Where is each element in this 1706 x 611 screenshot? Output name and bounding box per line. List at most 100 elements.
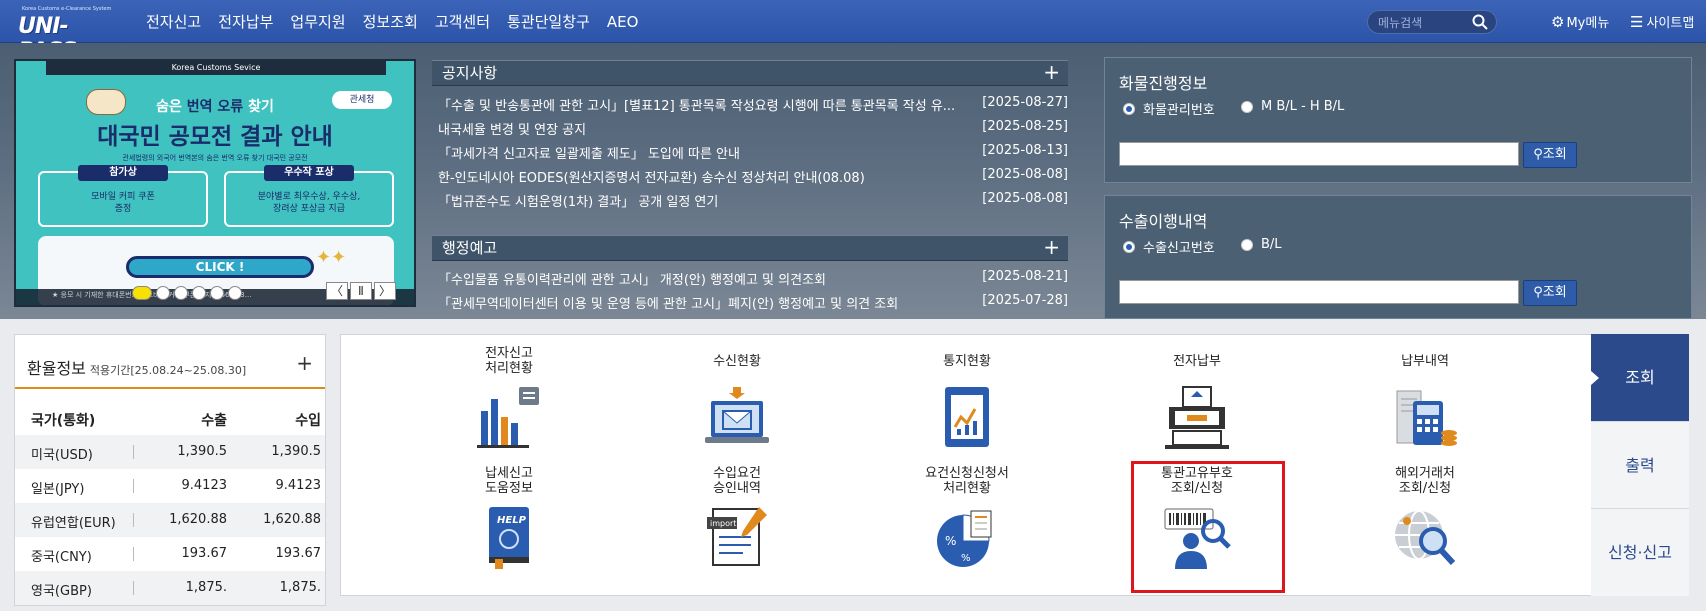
svg-text:%: % <box>945 534 956 548</box>
notice-item[interactable]: 「법규준수도 시험운영(1차) 결과」 공개 일정 연기 [2025-08-08] <box>438 191 1068 214</box>
admin-notices-more-button[interactable]: + <box>1043 235 1060 259</box>
cargo-radio-cargo-no[interactable]: 화물관리번호 <box>1123 99 1215 118</box>
service-e-report-status[interactable]: 전자신고 처리현황 <box>429 345 589 457</box>
table-row: 일본(JPY) 9.4123 9.4123 <box>31 478 321 497</box>
nav-business-support[interactable]: 업무지원 <box>290 11 345 32</box>
tab-application[interactable]: 신청·신고 <box>1591 508 1689 596</box>
slide-dot[interactable] <box>132 286 152 300</box>
service-receive-status[interactable]: 수신현황 <box>657 345 817 457</box>
report-document-icon <box>945 387 989 447</box>
sparkle-icon: ✦✦ <box>316 247 347 268</box>
nav-e-payment[interactable]: 전자납부 <box>218 11 273 32</box>
globe-search-icon <box>1395 510 1456 566</box>
receipt-calculator-icon <box>1396 390 1457 446</box>
export-search-input[interactable] <box>1119 280 1519 304</box>
import-document-icon: import <box>707 507 767 566</box>
promo-banner[interactable]: Korea Customs Sevice 관세청 숨은 번역 오류 찾기 대국민… <box>14 59 416 307</box>
notice-item[interactable]: 「수출 및 반송통관에 관한 고시」[별표12] 통관목록 작성요령 시행에 따… <box>438 95 1068 118</box>
notice-item[interactable]: 내국세율 변경 및 연장 공지 [2025-08-25] <box>438 119 1068 142</box>
table-row: 중국(CNY) 193.67 193.67 <box>31 546 321 565</box>
cargo-search-input[interactable] <box>1119 142 1519 166</box>
sitemap-label: 사이트맵 <box>1646 16 1695 31</box>
export-history-box: 수출이행내역 수출신고번호 B/L ⚲조회 <box>1104 195 1692 319</box>
search-icon[interactable] <box>1472 14 1488 30</box>
main-nav: 전자신고 전자납부 업무지원 정보조회 고객센터 통관단일창구 AEO <box>146 0 655 43</box>
cargo-radio-bl[interactable]: M B/L - H B/L <box>1241 99 1344 114</box>
svg-text:HELP: HELP <box>497 515 527 526</box>
svg-text:%: % <box>961 553 971 564</box>
unipass-logo[interactable]: Korea Customs e-Clearance System UNI-PAS… <box>12 4 122 64</box>
admin-notices-title: 행정예고 <box>442 239 498 257</box>
bar-chart-icon <box>477 387 539 448</box>
notice-item[interactable]: 「과세가격 신고자료 일괄제출 제도」 도입에 따른 안내 [2025-08-13… <box>438 143 1068 166</box>
banner-prize-excellence: 우수작 포상 분야별로 최우수상, 우수상, 장려상 포상금 지급 <box>224 165 394 227</box>
nav-customer-center[interactable]: 고객센터 <box>435 11 490 32</box>
menu-search <box>1367 10 1497 34</box>
rates-title: 환율정보 적용기간[25.08.24~25.08.30] <box>27 359 247 378</box>
service-tax-help[interactable]: 납세신고 도움정보 HELP <box>429 465 589 577</box>
slide-dot[interactable] <box>192 286 206 300</box>
export-radio-bl[interactable]: B/L <box>1241 237 1282 252</box>
table-row: 영국(GBP) 1,875. 1,875. <box>15 571 325 605</box>
export-radio-report-no[interactable]: 수출신고번호 <box>1123 237 1215 256</box>
search-icon: ⚲ <box>1533 147 1543 162</box>
banner-next-button[interactable]: 〉 <box>374 282 396 300</box>
tab-inquiry[interactable]: 조회 <box>1591 334 1689 421</box>
svg-text:import: import <box>710 519 736 528</box>
notice-item[interactable]: 한-인도네시아 EODES(원산지증명서 전자교환) 송수신 정상처리 안내(0… <box>438 167 1068 190</box>
slide-dot[interactable] <box>174 286 188 300</box>
nav-aeo[interactable]: AEO <box>607 13 639 31</box>
help-book-icon: HELP <box>489 507 529 569</box>
service-overseas-partner-inquiry[interactable]: 해외거래처 조회/신청 <box>1345 465 1505 577</box>
banner-prize-participation: 참가상 모바일 커피 쿠폰 증정 <box>38 165 208 227</box>
payment-machine-icon <box>1165 386 1229 449</box>
admin-notice-item[interactable]: 「수입물품 유통이력관리에 관한 고시」 개정(안) 행정예고 및 의견조회 [2… <box>438 269 1068 292</box>
highlight-box <box>1131 461 1285 593</box>
export-title: 수출이행내역 <box>1119 212 1208 231</box>
laptop-mail-icon <box>705 387 769 443</box>
percent-pie-icon: %% <box>937 510 992 567</box>
banner-click-button[interactable]: CLICK ! <box>126 256 314 278</box>
slide-dot[interactable] <box>156 286 170 300</box>
service-e-payment[interactable]: 전자납부 <box>1117 345 1277 457</box>
service-payment-history[interactable]: 납부내역 <box>1345 345 1505 457</box>
slide-dot[interactable] <box>210 286 224 300</box>
gear-icon: ⚙ <box>1551 12 1565 31</box>
service-tabs: 조회 출력 신청·신고 <box>1591 334 1689 596</box>
service-import-approval[interactable]: 수입요건 승인내역 import <box>657 465 817 577</box>
banner-pause-button[interactable]: Ⅱ <box>350 282 372 300</box>
slide-dot[interactable] <box>228 286 242 300</box>
nav-e-report[interactable]: 전자신고 <box>146 11 201 32</box>
banner-description: 관세법령의 외국어 번역본의 숨은 번역 오류 찾기 대국민 공모전 <box>122 154 308 162</box>
my-menu-button[interactable]: ⚙ My메뉴 <box>1551 12 1609 32</box>
admin-notice-item[interactable]: 「관세무역데이터센터 이용 및 운영 등에 관한 고시」폐지(안) 행정예고 및… <box>438 293 1068 316</box>
search-icon: ⚲ <box>1533 285 1543 300</box>
rates-more-button[interactable]: + <box>296 351 313 375</box>
banner-prev-button[interactable]: 〈 <box>326 282 348 300</box>
notices-header: 공지사항 + <box>432 60 1068 86</box>
export-search-button[interactable]: ⚲조회 <box>1523 280 1577 306</box>
cargo-search-button[interactable]: ⚲조회 <box>1523 142 1577 168</box>
nav-single-window[interactable]: 통관단일창구 <box>507 11 590 32</box>
service-requirement-application-status[interactable]: 요건신청신청서 처리현황 %% <box>887 465 1047 577</box>
banner-pagination <box>132 286 246 300</box>
cargo-progress-box: 화물진행정보 화물관리번호 M B/L - H B/L ⚲조회 <box>1104 57 1692 183</box>
rates-header-row: 국가(통화) 수출 수입 <box>31 413 321 429</box>
sitemap-button[interactable]: ☰ 사이트맵 <box>1630 12 1695 32</box>
exchange-rate-panel: 환율정보 적용기간[25.08.24~25.08.30] + 국가(통화) 수출 수입… <box>14 334 326 606</box>
hamburger-icon: ☰ <box>1630 12 1644 31</box>
notices-title: 공지사항 <box>442 64 498 82</box>
banner-line1: 숨은 번역 오류 찾기 <box>156 99 274 115</box>
nav-info-inquiry[interactable]: 정보조회 <box>363 11 418 32</box>
logo-subtitle: Korea Customs e-Clearance System <box>22 6 112 12</box>
rates-divider <box>15 387 325 389</box>
cargo-title: 화물진행정보 <box>1119 74 1208 93</box>
menu-search-input[interactable] <box>1378 14 1468 31</box>
tab-print[interactable]: 출력 <box>1591 421 1689 508</box>
quick-services-panel: 전자신고 처리현황 수신현황 통지현황 전자납부 납부내역 납세신고 도움정보 … <box>340 334 1592 596</box>
banner-title: 대국민 공모전 결과 안내 <box>97 124 333 150</box>
admin-notices-header: 행정예고 + <box>432 235 1068 261</box>
notices-more-button[interactable]: + <box>1043 60 1060 84</box>
table-row: 미국(USD) 1,390.5 1,390.5 <box>15 435 325 469</box>
service-notice-status[interactable]: 통지현황 <box>887 345 1047 457</box>
